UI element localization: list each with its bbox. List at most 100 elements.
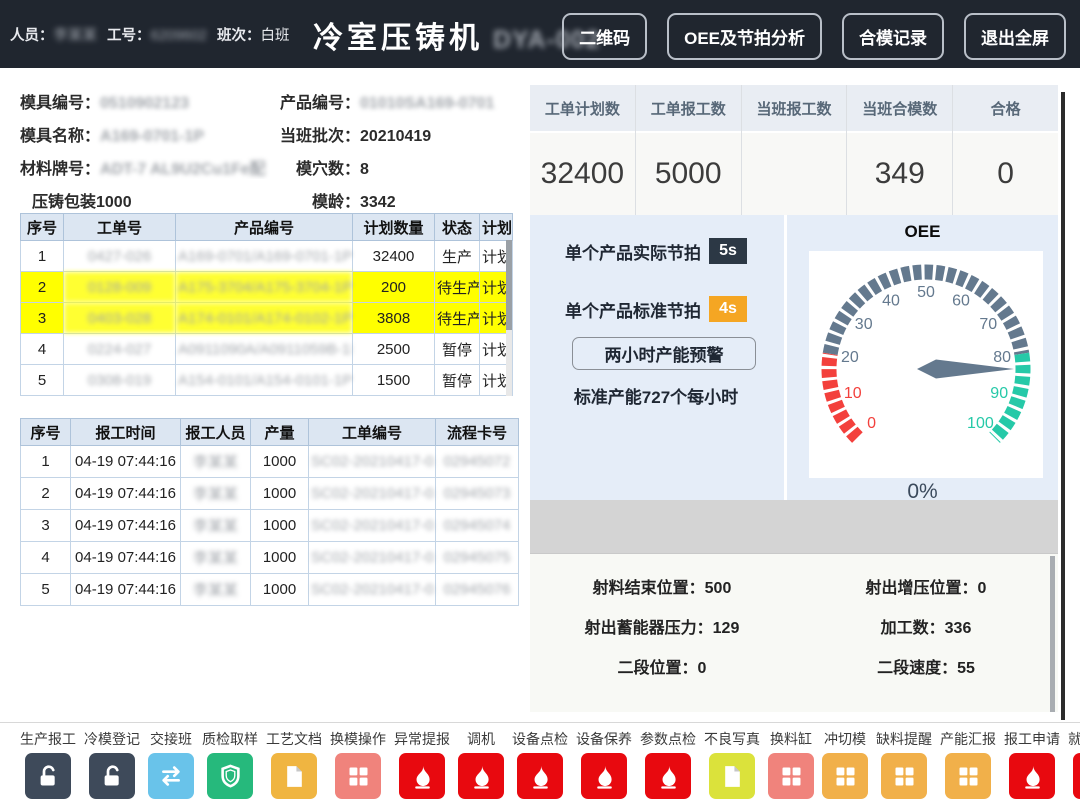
swap-arrows-icon: [148, 753, 194, 799]
work-report-table: 序号 报工时间 报工人员 产量 工单编号 流程卡号 104-19 07:44:1…: [20, 418, 519, 606]
oee-analysis-button[interactable]: OEE及节拍分析: [667, 13, 822, 60]
unlock-icon: [25, 753, 71, 799]
col-order-no: 工单编号: [309, 419, 436, 446]
table-row-highlighted[interactable]: 20128-009A175-3704/A175-3704-1P200待生产计划: [21, 272, 513, 303]
plan-table-scrollbar[interactable]: [506, 240, 512, 396]
section-divider-band: [530, 500, 1058, 553]
product-no-value: 01010SA169-0701: [360, 95, 494, 112]
table-row[interactable]: 50308-019A154-0101/A154-0101-1P1500暂停计划: [21, 365, 513, 396]
param-shot-end-position: 射料结束位置：500: [530, 574, 794, 598]
cavity-value: 8: [360, 161, 369, 178]
page-title: 冷室压铸机DYA-002: [313, 13, 601, 57]
mold-name-label: 模具名称：: [20, 128, 100, 145]
status-badge: 待生产: [435, 272, 480, 303]
package-field: 压铸包装1000: [20, 188, 270, 212]
exit-fullscreen-button[interactable]: 退出全屏: [964, 13, 1066, 60]
cavity-label: 模穴数：: [296, 161, 360, 178]
shift-value: 白班: [261, 28, 290, 44]
tool-parameter-check[interactable]: 参数点检: [640, 729, 696, 799]
table-row[interactable]: 10427-026A169-0701/A169-0701-1P32400生产计划: [21, 241, 513, 272]
tool-exception-report[interactable]: 异常提报: [394, 729, 450, 799]
mold-age-field: 模龄：3342: [270, 188, 516, 212]
tool-quality-sampling[interactable]: 质检取样: [202, 729, 258, 799]
qr-code-button[interactable]: 二维码: [562, 13, 647, 60]
tool-machine-adjust[interactable]: 调机: [458, 729, 504, 799]
tool-material-cylinder-change[interactable]: 换料缸: [768, 729, 814, 799]
tool-punching-mold[interactable]: 冲切模: [822, 729, 868, 799]
status-badge: 暂停: [435, 365, 480, 396]
scrollbar-thumb[interactable]: [506, 240, 512, 330]
tool-defect-photo[interactable]: 不良写真: [704, 729, 760, 799]
param-stage2-position: 二段位置：0: [530, 654, 794, 678]
standard-takt-value: 4s: [709, 296, 747, 322]
tool-work-report-apply[interactable]: 报工申请: [1004, 729, 1060, 799]
gauge-tick-0: 0: [867, 415, 876, 432]
oee-gauge-chart: 0 10 20 30 40 50 60 70 80 90 100: [809, 251, 1043, 478]
table-row[interactable]: 104-19 07:44:16李某某1000SC02-20210417-0260…: [21, 446, 519, 478]
table-row[interactable]: 304-19 07:44:16李某某1000SC02-20210417-0260…: [21, 510, 519, 542]
grid-icon: [881, 753, 927, 799]
machine-parameters-panel: 射料结束位置：500 射出增压位置：0 射出蓄能器压力：129 加工数：336 …: [530, 553, 1058, 712]
product-no-field: 产品编号：01010SA169-0701: [270, 89, 516, 113]
gauge-tick-70: 70: [979, 316, 997, 333]
col-report-time: 报工时间: [71, 419, 181, 446]
mold-record-button[interactable]: 合模记录: [842, 13, 944, 60]
batch-label: 当班批次：: [280, 128, 360, 145]
flame-icon: [581, 753, 627, 799]
param-process-count: 加工数：336: [794, 614, 1058, 638]
tool-process-document[interactable]: 工艺文档: [266, 729, 322, 799]
top-header: 人员：李某某 工号：6209602 班次：白班 冷室压铸机DYA-002 二维码…: [0, 0, 1080, 68]
grid-icon: [335, 753, 381, 799]
grid-icon: [768, 753, 814, 799]
tool-equipment-check[interactable]: 设备点检: [512, 729, 568, 799]
table-row[interactable]: 504-19 07:44:16李某某1000SC02-20210417-0260…: [21, 574, 519, 606]
cavity-field: 模穴数：8: [270, 155, 516, 179]
operator-info: 人员：李某某 工号：6209602 班次：白班: [10, 24, 290, 45]
gauge-tick-30: 30: [855, 316, 873, 333]
header-buttons: 二维码 OEE及节拍分析 合模记录 退出全屏: [562, 13, 1066, 60]
employee-value: 6209602: [151, 28, 207, 44]
tool-material-shortage-alert[interactable]: 缺料提醒: [876, 729, 932, 799]
col-seq: 序号: [21, 419, 71, 446]
material-field: 材料牌号：ADT-7 AL9U2Cu1Fe配: [20, 155, 270, 179]
col-status: 状态: [435, 214, 480, 241]
standard-takt-row: 单个产品标准节拍 4s: [530, 296, 782, 322]
actual-takt-row: 单个产品实际节拍 5s: [530, 238, 782, 264]
gauge-tick-60: 60: [952, 293, 970, 310]
param-stage2-speed: 二段速度：55: [794, 654, 1058, 678]
mold-no-field: 模具编号：0510902123: [20, 89, 270, 113]
flame-icon: [517, 753, 563, 799]
status-badge: 待生产: [435, 303, 480, 334]
table-row[interactable]: 40224-027A0911090A/A0911059B-1P2500暂停计划: [21, 334, 513, 365]
tool-mold-change[interactable]: 换模操作: [330, 729, 386, 799]
mold-no-label: 模具编号：: [20, 95, 100, 112]
mold-name-value: A169-0701-1P: [100, 128, 204, 145]
capacity-warning-button[interactable]: 两小时产能预警: [572, 337, 756, 370]
params-scrollbar[interactable]: [1050, 556, 1055, 712]
flame-icon: [458, 753, 504, 799]
plan-table-header-row: 序号 工单号 产品编号 计划数量 状态 计划: [21, 214, 513, 241]
employee-label: 工号：: [107, 28, 151, 44]
col-seq: 序号: [21, 214, 64, 241]
stat-qualified: 合格0: [953, 85, 1058, 215]
table-row-highlighted[interactable]: 30403-028A174-0101/A174-0102-1P3808待生产计划: [21, 303, 513, 334]
stat-shift-clamping: 当班合模数349: [847, 85, 953, 215]
tool-capacity-report[interactable]: 产能汇报: [940, 729, 996, 799]
tool-meal-attendance[interactable]: 就餐考勤: [1068, 729, 1080, 799]
tool-cold-mold-register[interactable]: 冷模登记: [84, 729, 140, 799]
table-row[interactable]: 404-19 07:44:16李某某1000SC02-20210417-0260…: [21, 542, 519, 574]
table-row[interactable]: 204-19 07:44:16李某某1000SC02-20210417-0260…: [21, 478, 519, 510]
gauge-tick-40: 40: [882, 293, 900, 310]
page-scrollbar[interactable]: [1061, 92, 1065, 720]
material-value: ADT-7 AL9U2Cu1Fe配: [100, 161, 266, 178]
tool-equipment-maintenance[interactable]: 设备保养: [576, 729, 632, 799]
gauge-svg: 0 10 20 30 40 50 60 70 80 90 100: [809, 251, 1043, 478]
mold-info-panel: 模具编号：0510902123 产品编号：01010SA169-0701 模具名…: [20, 84, 516, 216]
tool-production-report[interactable]: 生产报工: [20, 729, 76, 799]
gauge-tick-80: 80: [993, 349, 1011, 366]
col-report-person: 报工人员: [181, 419, 251, 446]
gauge-tick-90: 90: [990, 385, 1008, 402]
gauge-tick-20: 20: [841, 349, 859, 366]
tool-shift-handover[interactable]: 交接班: [148, 729, 194, 799]
personnel-label: 人员：: [10, 28, 54, 44]
